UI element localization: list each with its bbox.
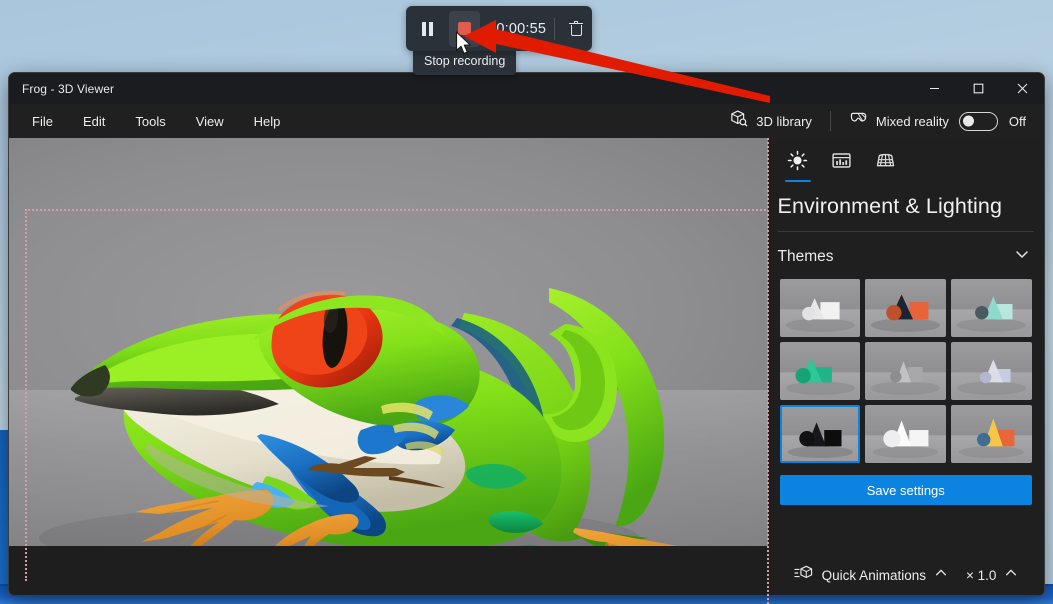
pause-icon: [422, 21, 434, 36]
tab-mesh-grid[interactable]: [864, 144, 908, 184]
window-controls: [912, 73, 1044, 104]
desktop-background: Frog - 3D Viewer File Edit Tools View He…: [0, 0, 1053, 604]
trash-icon: [569, 20, 584, 37]
theme-thumb-soft-grey[interactable]: [865, 342, 947, 400]
minimize-button[interactable]: [912, 73, 956, 104]
animation-cube-icon: [794, 564, 814, 587]
quick-animations-button[interactable]: Quick Animations: [787, 559, 955, 592]
themes-label: Themes: [777, 247, 834, 265]
mixed-reality-state: Off: [1008, 113, 1026, 129]
sun-icon: [787, 150, 808, 176]
theme-thumb-warm-sunset[interactable]: [865, 279, 947, 337]
theme-thumb-white-studio[interactable]: [779, 279, 861, 337]
tab-lighting[interactable]: [776, 144, 820, 184]
frog-3d-model: [39, 288, 699, 578]
theme-thumb-fire-orange[interactable]: [951, 405, 1032, 463]
mixed-reality-icon: [849, 109, 868, 133]
app-window-3d-viewer: Frog - 3D Viewer File Edit Tools View He…: [8, 72, 1045, 596]
app-body: Environment & Lighting Themes Save setti…: [9, 138, 1044, 595]
animation-speed-value: × 1.0: [965, 567, 997, 583]
window-title: Frog - 3D Viewer: [22, 81, 115, 96]
stop-recording-button[interactable]: [449, 10, 481, 47]
chevron-up-icon: [934, 566, 948, 585]
animation-speed-button[interactable]: × 1.0: [959, 561, 1025, 590]
delete-recording-button[interactable]: [561, 11, 592, 47]
maximize-button[interactable]: [956, 73, 1000, 104]
chevron-up-icon-speed: [1004, 566, 1018, 585]
mixed-reality-control[interactable]: Mixed reality Off: [839, 104, 1036, 138]
screen-recorder-toolbar: 00:00:55: [406, 6, 592, 51]
tab-active-indicator: [784, 179, 811, 182]
recording-border-horizontal: [25, 209, 768, 211]
mixed-reality-label: Mixed reality: [875, 113, 949, 129]
quick-animations-bar: Quick Animations × 1.0: [767, 553, 1044, 595]
quick-animations-label: Quick Animations: [821, 567, 926, 583]
theme-thumb-pale-lavender[interactable]: [951, 342, 1032, 400]
grid-icon: [875, 150, 896, 176]
menu-item-edit[interactable]: Edit: [70, 109, 118, 134]
themes-section-header[interactable]: Themes: [768, 232, 1044, 279]
menu-item-file[interactable]: File: [19, 109, 66, 134]
menu-divider: [829, 111, 831, 131]
recording-timer: 00:00:55: [488, 20, 547, 37]
close-button[interactable]: [1000, 73, 1044, 104]
3d-viewport[interactable]: [9, 138, 768, 595]
3d-library-button[interactable]: 3D library: [719, 104, 822, 138]
panel-title: Environment & Lighting: [777, 194, 1003, 218]
viewport-bottom-bar: [9, 546, 768, 595]
recording-border-vertical-right: [767, 138, 769, 604]
save-settings-button[interactable]: Save settings: [779, 475, 1032, 505]
stop-recording-tooltip: Stop recording: [413, 48, 517, 75]
menu-item-tools[interactable]: Tools: [122, 109, 178, 134]
cube-search-icon: [729, 109, 748, 133]
theme-thumb-dark-contrast[interactable]: [779, 405, 861, 463]
theme-thumbnail-grid: [768, 279, 1044, 463]
title-bar[interactable]: Frog - 3D Viewer: [9, 73, 1044, 104]
menu-item-help[interactable]: Help: [241, 109, 294, 134]
mixed-reality-toggle[interactable]: [958, 111, 998, 131]
recording-border-vertical-left: [25, 209, 27, 581]
menu-bar: File Edit Tools View Help 3D library Mix…: [9, 104, 1044, 138]
save-settings-wrapper: Save settings: [768, 463, 1044, 505]
panel-tab-strip: [768, 138, 1044, 184]
recorder-divider: [554, 17, 555, 40]
menu-item-view[interactable]: View: [183, 109, 237, 134]
toggle-knob: [962, 115, 974, 127]
theme-thumb-cool-mint[interactable]: [951, 279, 1032, 337]
theme-thumb-green-forest[interactable]: [779, 342, 861, 400]
theme-thumb-bright-white[interactable]: [865, 405, 947, 463]
panel-stats-icon: [831, 150, 852, 176]
tab-statistics[interactable]: [820, 144, 864, 184]
menu-bar-right-group: 3D library Mixed reality Off: [719, 104, 1036, 138]
pause-recording-button[interactable]: [412, 11, 443, 47]
stop-record-icon: [458, 22, 472, 35]
3d-library-label: 3D library: [756, 113, 812, 129]
chevron-down-icon: [1014, 246, 1030, 267]
environment-lighting-panel: Environment & Lighting Themes Save setti…: [767, 138, 1044, 595]
